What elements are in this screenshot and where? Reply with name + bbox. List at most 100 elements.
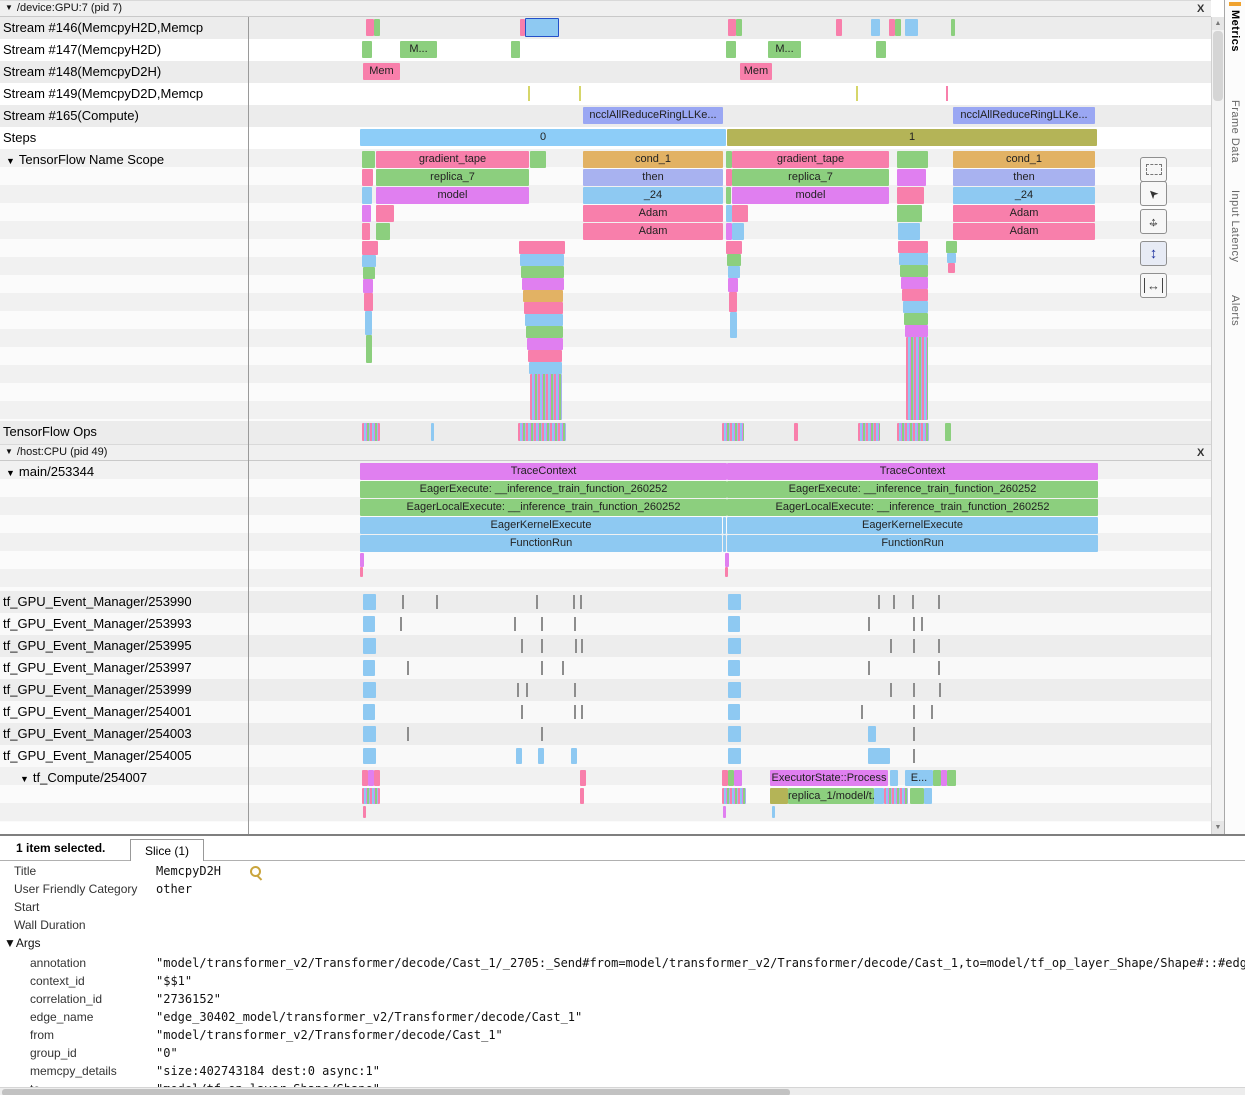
trace-slice[interactable] (730, 312, 737, 338)
trace-slice[interactable] (868, 748, 890, 764)
trace-slice[interactable] (890, 639, 892, 653)
trace-slice[interactable] (898, 223, 920, 240)
trace-slice[interactable] (899, 253, 928, 265)
trace-slice[interactable] (947, 253, 956, 263)
trace-slice[interactable] (362, 41, 372, 58)
args-header[interactable]: ▼Args (4, 934, 41, 952)
trace-slice[interactable] (562, 661, 564, 675)
selection-tool-button[interactable] (1140, 157, 1167, 182)
trace-slice[interactable] (890, 683, 892, 697)
trace-slice[interactable] (366, 19, 374, 36)
close-cpu-button[interactable]: X (1197, 446, 1204, 461)
scrollbar-thumb[interactable] (1213, 31, 1223, 101)
trace-slice[interactable] (726, 241, 742, 254)
trace-slice-cond1[interactable]: cond_1 (953, 151, 1095, 168)
trace-slice[interactable] (365, 311, 372, 335)
trace-slice-cluster[interactable] (722, 423, 744, 441)
trace-slice[interactable] (580, 595, 582, 609)
trace-slice[interactable] (360, 567, 363, 577)
trace-slice[interactable] (362, 241, 378, 255)
trace-slice-cluster[interactable] (362, 788, 380, 804)
row-label-main[interactable]: ▼main/253344 (0, 461, 246, 483)
trace-slice[interactable] (946, 86, 948, 101)
trace-slice[interactable] (939, 683, 941, 697)
trace-slice-then[interactable]: then (953, 169, 1095, 186)
trace-slice[interactable] (431, 423, 434, 441)
trace-slice[interactable] (514, 617, 516, 631)
trace-slice[interactable] (407, 727, 409, 741)
trace-slice-memcpy[interactable]: M... (400, 41, 437, 58)
trace-slice-cluster[interactable] (530, 374, 562, 420)
trace-slice[interactable] (360, 553, 364, 567)
trace-slice[interactable] (362, 169, 373, 186)
magnifier-icon[interactable] (250, 866, 261, 877)
trace-slice-trace-context[interactable]: TraceContext (360, 463, 727, 480)
trace-slice[interactable] (729, 292, 737, 312)
label-track-divider[interactable] (248, 17, 249, 834)
trace-slice[interactable] (407, 661, 409, 675)
trace-slice-cluster[interactable] (362, 423, 380, 441)
trace-slice[interactable] (933, 770, 941, 786)
trace-slice[interactable] (363, 682, 376, 698)
trace-slice[interactable] (913, 617, 915, 631)
trace-slice[interactable] (898, 241, 928, 253)
trace-slice-then[interactable]: then (583, 169, 723, 186)
trace-slice[interactable] (736, 19, 742, 36)
trace-slice[interactable] (362, 205, 371, 222)
trace-slice[interactable] (924, 788, 932, 804)
trace-slice-function-run[interactable]: FunctionRun (360, 535, 722, 552)
trace-slice[interactable] (728, 638, 741, 654)
trace-slice-cond1[interactable]: cond_1 (583, 151, 723, 168)
trace-slice[interactable] (517, 683, 519, 697)
trace-slice-gradient-tape[interactable]: gradient_tape (376, 151, 529, 168)
row-label-name-scope[interactable]: ▼TensorFlow Name Scope (0, 149, 246, 171)
trace-slice[interactable] (921, 617, 923, 631)
trace-slice[interactable] (520, 254, 564, 266)
trace-slice[interactable] (581, 705, 583, 719)
trace-slice[interactable] (726, 187, 731, 204)
trace-slice[interactable] (910, 788, 924, 804)
trace-slice-model[interactable]: model (376, 187, 529, 204)
trace-slice[interactable] (725, 567, 728, 577)
trace-slice[interactable] (948, 263, 955, 273)
trace-slice[interactable] (571, 748, 577, 764)
collapse-arrow-icon[interactable]: ▼ (5, 444, 13, 459)
trace-slice-executor-state[interactable]: ExecutorState::Process (770, 770, 888, 786)
trace-slice[interactable] (363, 616, 375, 632)
trace-slice[interactable] (574, 683, 576, 697)
trace-slice[interactable] (897, 151, 928, 168)
trace-slice[interactable] (541, 617, 543, 631)
trace-slice[interactable] (728, 704, 740, 720)
trace-slice[interactable] (728, 682, 741, 698)
scroll-down-icon[interactable]: ▼ (1212, 821, 1224, 834)
trace-slice[interactable] (526, 683, 528, 697)
trace-slice[interactable] (734, 770, 742, 786)
trace-slice[interactable] (530, 151, 546, 168)
trace-slice[interactable] (732, 205, 748, 222)
trace-slice[interactable] (951, 19, 955, 36)
trace-slice[interactable] (861, 705, 863, 719)
trace-slice[interactable] (363, 638, 376, 654)
collapse-arrow-icon[interactable]: ▼ (5, 0, 13, 15)
trace-slice[interactable] (374, 19, 380, 36)
trace-slice[interactable] (366, 335, 372, 363)
trace-slice-adam[interactable]: Adam (953, 205, 1095, 222)
trace-slice[interactable] (580, 788, 584, 804)
trace-slice[interactable] (905, 19, 918, 36)
trace-slice[interactable] (728, 594, 741, 610)
trace-slice[interactable] (903, 301, 928, 313)
trace-slice[interactable] (516, 748, 522, 764)
trace-slice[interactable] (723, 535, 726, 552)
tab-alerts[interactable]: Alerts (1229, 295, 1241, 326)
trace-slice[interactable] (890, 770, 898, 786)
trace-slice[interactable] (728, 748, 741, 764)
trace-slice[interactable] (374, 770, 380, 786)
trace-slice[interactable] (938, 661, 940, 675)
trace-slice-adam[interactable]: Adam (583, 205, 723, 222)
trace-slice[interactable] (902, 289, 928, 301)
trace-slice[interactable] (362, 223, 370, 240)
row-label-tf-compute[interactable]: ▼tf_Compute/254007 (0, 767, 246, 789)
gpu-process-header[interactable]: ▼/device:GPU:7 (pid 7) X (0, 0, 1211, 17)
trace-slice[interactable] (528, 86, 530, 101)
trace-slice[interactable] (868, 617, 870, 631)
